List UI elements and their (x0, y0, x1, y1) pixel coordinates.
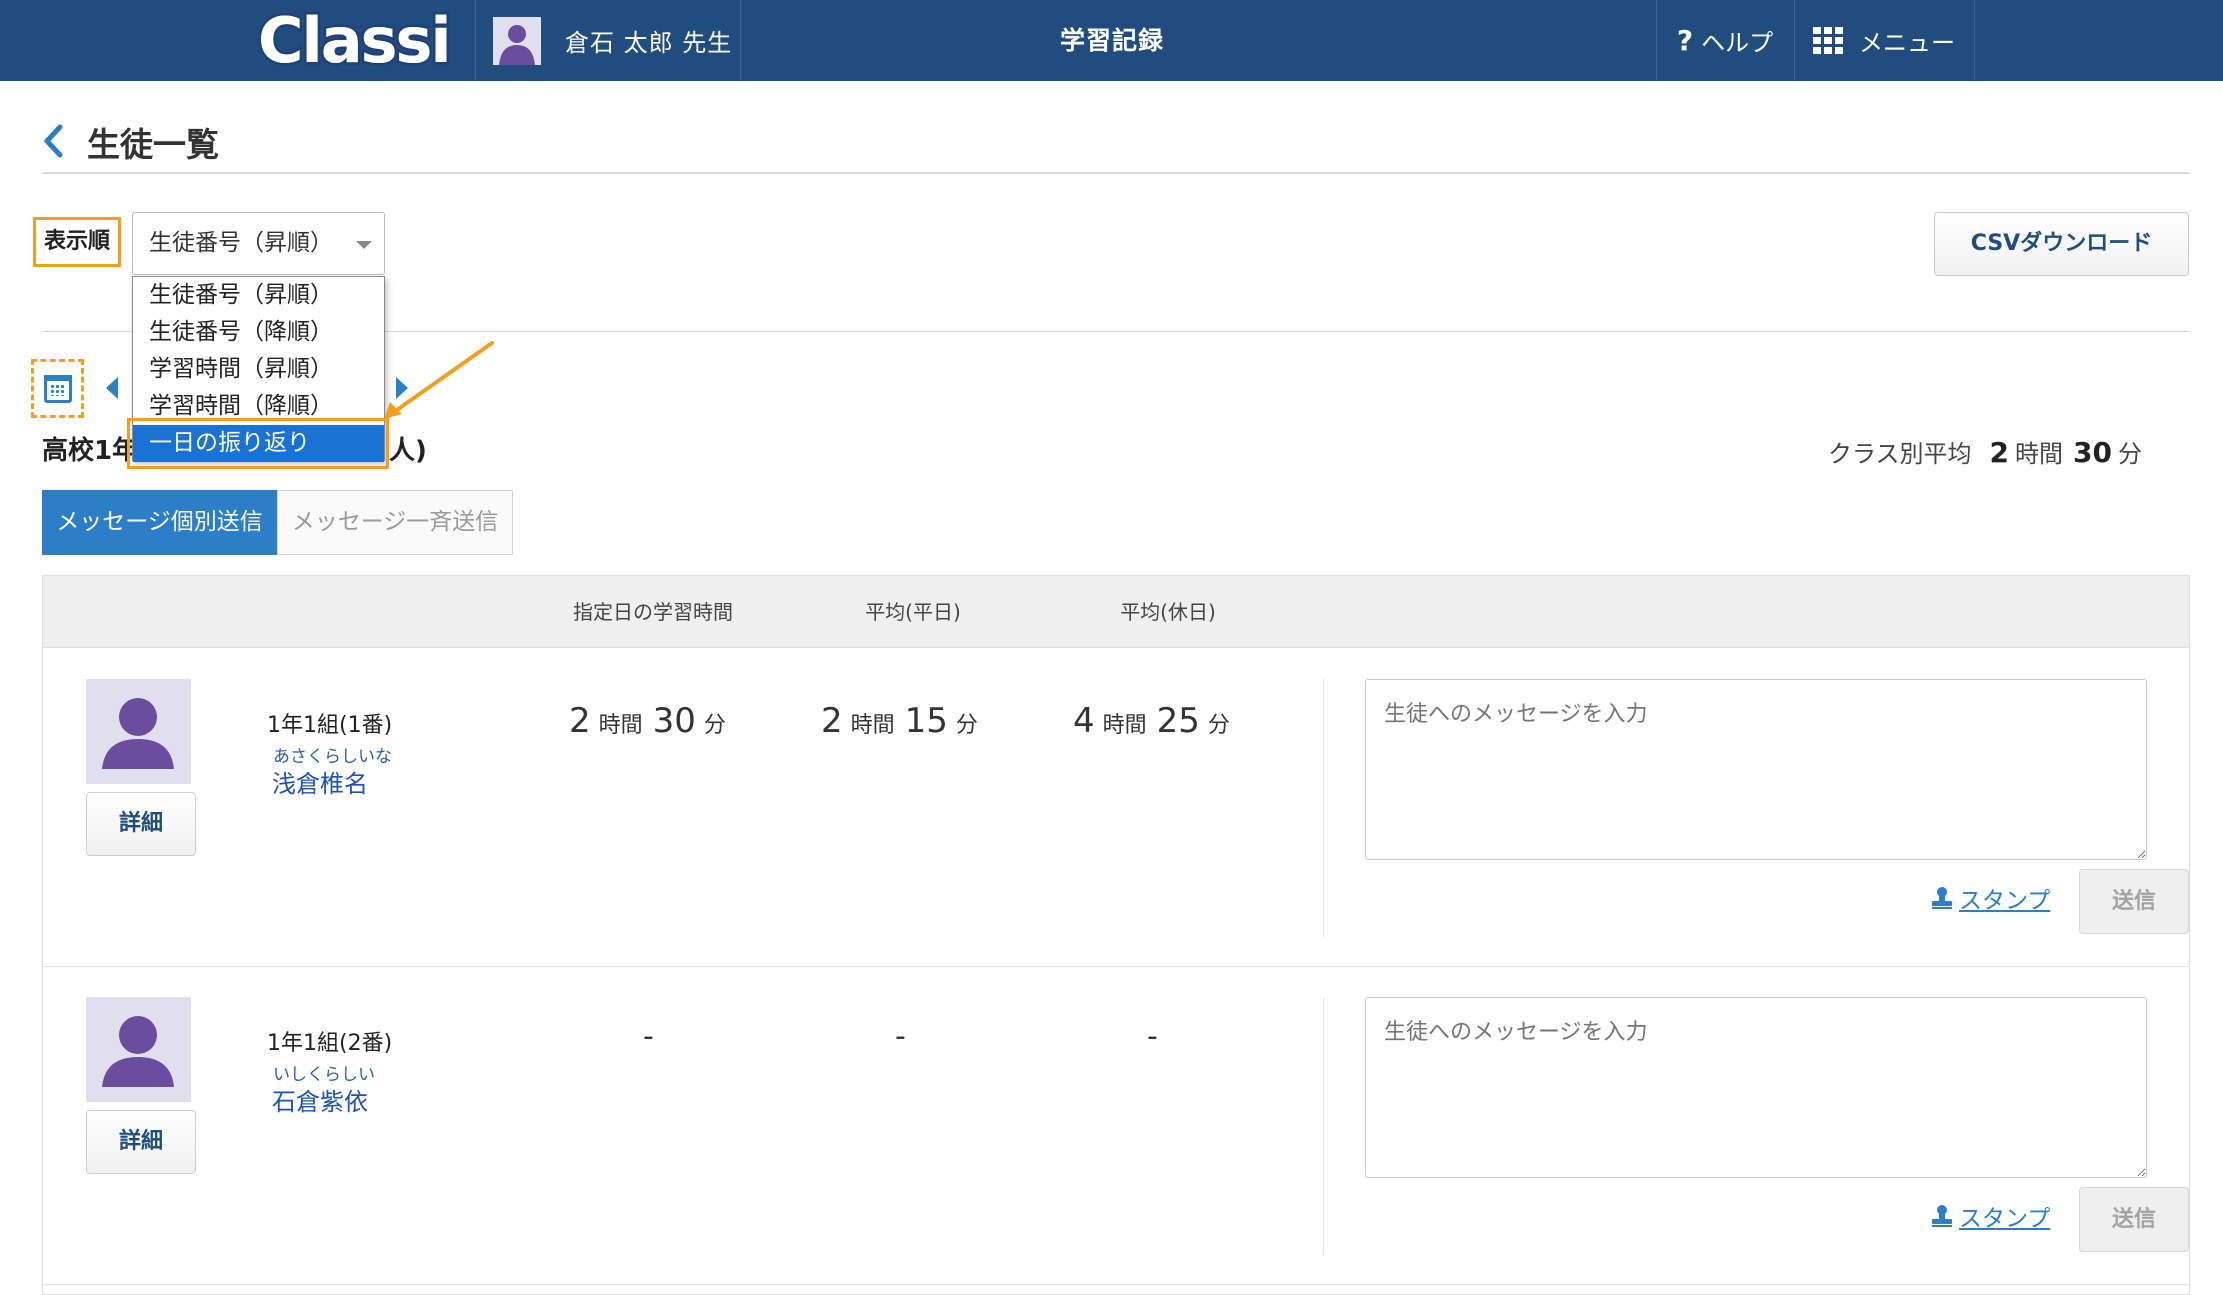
sort-option[interactable]: 生徒番号（降順） (133, 314, 384, 351)
calendar-button[interactable] (31, 359, 84, 418)
help-link[interactable]: ? ヘルプ (1656, 0, 1794, 81)
classi-logo[interactable]: Classi (256, 3, 458, 78)
class-count-tail: 人) (389, 436, 427, 466)
sort-label: 表示順 (33, 217, 122, 267)
tab-individual-message[interactable]: メッセージ個別送信 (42, 490, 277, 555)
student-name-link[interactable]: 浅倉椎名 (272, 764, 368, 799)
student-name-link[interactable]: 石倉紫依 (272, 1082, 368, 1117)
grid-menu-icon (1813, 26, 1845, 55)
sort-option[interactable]: 学習時間（降順） (133, 388, 384, 425)
minutes-unit: 分 (2117, 440, 2142, 468)
student-class-number: 1年1組(2番) (267, 1031, 393, 1056)
column-header: 平均(休日) (1120, 600, 1216, 624)
user-info[interactable]: 倉石 太郎 先生 (475, 0, 740, 81)
stamp-icon (1932, 887, 1952, 909)
user-name: 倉石 太郎 先生 (565, 29, 733, 57)
stamp-link[interactable]: スタンプ (1931, 881, 2050, 915)
stamp-icon (1932, 1205, 1952, 1227)
column-header: 指定日の学習時間 (573, 600, 733, 624)
divider (42, 172, 2190, 174)
stamp-link[interactable]: スタンプ (1931, 1199, 2050, 1233)
class-average: クラス別平均 2 時間 30 分 (1828, 434, 2142, 469)
table-header: 指定日の学習時間 平均(平日) 平均(休日) (43, 576, 2189, 648)
student-class-number: 1年1組(1番) (267, 713, 393, 738)
send-button[interactable]: 送信 (2079, 869, 2189, 934)
study-time-day: 2 時間 30 分 (569, 701, 726, 741)
help-label: ヘルプ (1701, 29, 1774, 57)
table-row: 詳細 1年1組(2番) いしくらしい 石倉紫依 - - - スタンプ 送信 (43, 967, 2189, 1285)
menu-label: メニュー (1859, 29, 1955, 57)
tab-bulk-message[interactable]: メッセージ一斉送信 (277, 490, 513, 555)
column-header: 平均(平日) (865, 600, 961, 624)
sort-selected-value: 生徒番号（昇順） (149, 230, 333, 256)
user-avatar-icon (493, 16, 541, 65)
divider (1323, 997, 1324, 1255)
menu-button[interactable]: メニュー (1794, 0, 1974, 81)
class-average-minutes: 30 (2073, 436, 2112, 469)
header-divider (740, 0, 741, 81)
annotation-arrow-icon (384, 341, 494, 419)
page-title: 生徒一覧 (87, 125, 219, 164)
detail-button[interactable]: 詳細 (86, 792, 196, 856)
student-avatar-icon (86, 997, 191, 1102)
class-average-label: クラス別平均 (1828, 440, 1972, 468)
study-time-weekday-avg: 2 時間 15 分 (821, 701, 978, 741)
detail-button[interactable]: 詳細 (86, 1110, 196, 1174)
class-name: 高校1年 (42, 436, 139, 466)
top-bar: Classi 倉石 太郎 先生 学習記録 ? ヘルプ メニュー (0, 0, 2223, 81)
sort-select[interactable]: 生徒番号（昇順） (132, 212, 385, 275)
csv-download-button[interactable]: CSVダウンロード (1934, 212, 2189, 276)
message-input[interactable] (1365, 997, 2147, 1178)
send-button[interactable]: 送信 (2079, 1187, 2189, 1252)
hours-unit: 時間 (2015, 440, 2064, 468)
sort-option[interactable]: 学習時間（昇順） (133, 351, 384, 388)
question-icon: ? (1676, 24, 1694, 57)
caret-down-icon (356, 241, 372, 249)
sort-option[interactable]: 生徒番号（昇順） (133, 277, 384, 314)
prev-date-arrow-icon[interactable] (106, 377, 118, 399)
study-time-holiday-avg: - (1147, 1019, 1158, 1054)
back-chevron-icon[interactable] (42, 124, 64, 158)
student-table: 指定日の学習時間 平均(平日) 平均(休日) 詳細 1年1組(1番) あさくらし… (42, 575, 2190, 1295)
header-divider (1974, 0, 1975, 81)
student-avatar-icon (86, 679, 191, 784)
study-time-day: - (643, 1019, 654, 1054)
study-time-holiday-avg: 4 時間 25 分 (1073, 701, 1230, 741)
sort-option-daily-reflection[interactable]: 一日の振り返り (133, 425, 384, 462)
calendar-icon (43, 374, 72, 403)
table-row: 詳細 1年1組(1番) あさくらしいな 浅倉椎名 2 時間 30 分 2 時間 15 分 4… (43, 649, 2189, 967)
sort-dropdown: 生徒番号（昇順） 生徒番号（降順） 学習時間（昇順） 学習時間（降順） 一日の振… (132, 276, 385, 462)
divider (1323, 679, 1324, 937)
logo-text: Classi (256, 3, 455, 78)
stamp-label: スタンプ (1959, 1206, 2051, 1232)
stamp-label: スタンプ (1959, 888, 2051, 914)
app-title: 学習記録 (1060, 26, 1165, 55)
study-time-weekday-avg: - (895, 1019, 906, 1054)
message-input[interactable] (1365, 679, 2147, 860)
class-average-hours: 2 (1989, 436, 2010, 469)
